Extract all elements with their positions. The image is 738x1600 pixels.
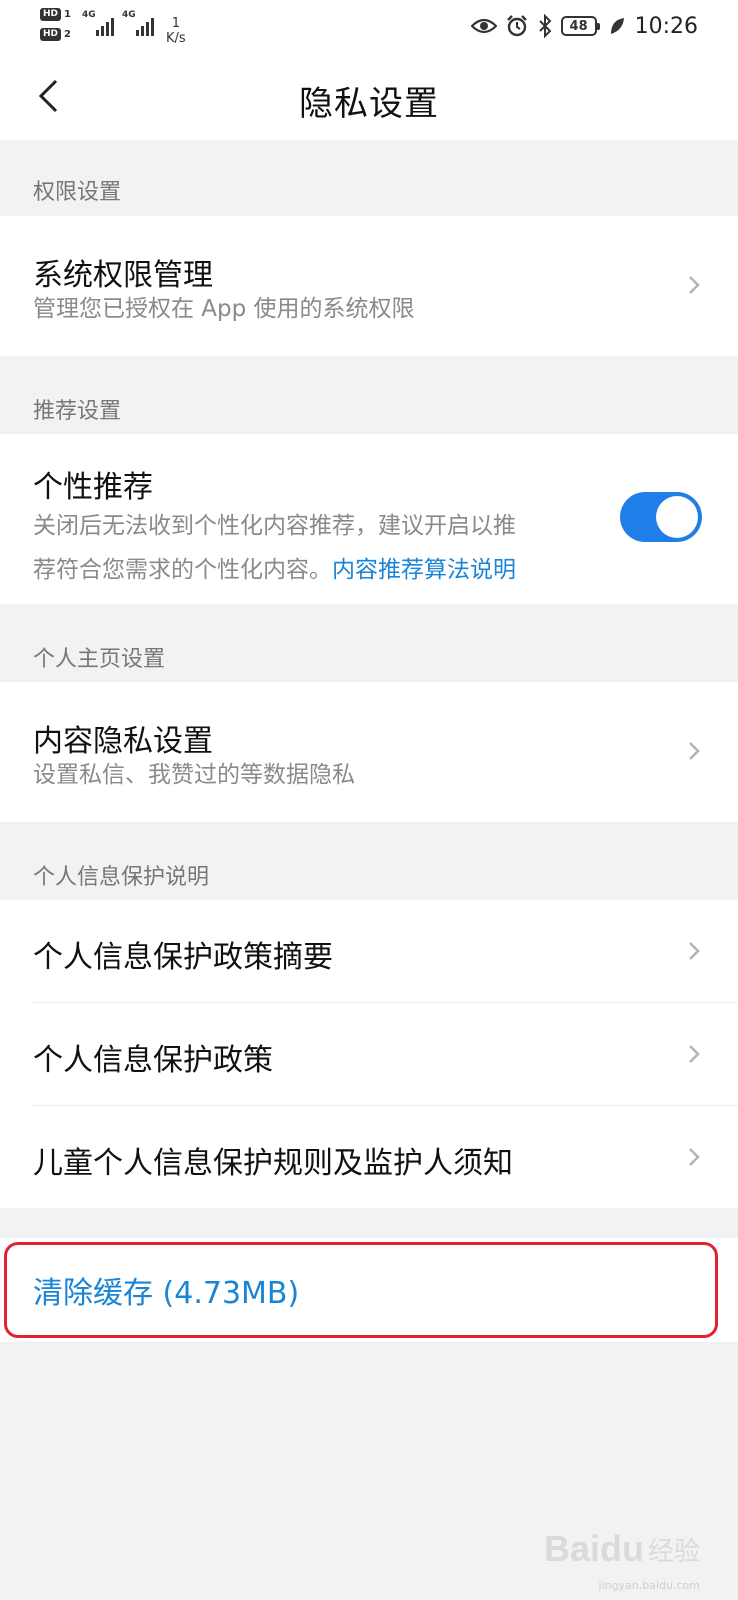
row-subtitle: 管理您已授权在 App 使用的系统权限: [33, 296, 415, 322]
speed-unit: K/s: [166, 31, 186, 46]
signal-icon: 4G: [122, 10, 154, 36]
status-icons: 48 10:26: [470, 10, 698, 42]
alarm-icon: [505, 14, 529, 38]
sim-number: 1: [64, 9, 71, 20]
row-subtitle: 设置私信、我赞过的等数据隐私: [33, 762, 355, 788]
network-type: 4G: [122, 10, 136, 20]
network-type: 4G: [82, 10, 96, 20]
watermark-brand: Baidu: [543, 1528, 644, 1569]
chevron-right-icon: [684, 270, 704, 300]
subtitle-line: 关闭后无法收到个性化内容推荐，建议开启以推: [33, 513, 516, 539]
sim1-indicator: HD 1: [40, 8, 71, 21]
algorithm-link[interactable]: 内容推荐算法说明: [332, 557, 516, 583]
hd-badge: HD: [40, 28, 62, 41]
system-permissions-row[interactable]: 系统权限管理 管理您已授权在 App 使用的系统权限: [0, 216, 738, 356]
row-title: 个性推荐: [33, 470, 153, 505]
personalized-recommend-row: 个性推荐 关闭后无法收到个性化内容推荐，建议开启以推 荐符合您需求的个性化内容。…: [0, 434, 738, 604]
watermark-url: jingyan.baidu.com: [598, 1579, 700, 1592]
chevron-right-icon: [684, 1142, 704, 1172]
row-title: 个人信息保护政策: [33, 1043, 273, 1078]
row-title: 个人信息保护政策摘要: [33, 940, 333, 975]
personalized-recommend-toggle[interactable]: [620, 492, 702, 542]
sim-number: 2: [64, 29, 71, 40]
privacy-policy-row[interactable]: 个人信息保护政策: [0, 1003, 738, 1105]
chevron-right-icon: [684, 936, 704, 966]
section-header-homepage: 个人主页设置: [33, 647, 166, 672]
section-header-info-protection: 个人信息保护说明: [33, 865, 210, 890]
subtitle-text: 荐符合您需求的个性化内容。: [33, 557, 332, 583]
network-speed: 1 K/s: [166, 16, 186, 46]
privacy-policy-summary-row[interactable]: 个人信息保护政策摘要: [0, 900, 738, 1002]
row-subtitle: 关闭后无法收到个性化内容推荐，建议开启以推 荐符合您需求的个性化内容。内容推荐算…: [33, 504, 593, 592]
subtitle-line-2: 荐符合您需求的个性化内容。内容推荐算法说明: [33, 548, 593, 592]
children-privacy-rules-row[interactable]: 儿童个人信息保护规则及监护人须知: [0, 1106, 738, 1208]
clock-time: 10:26: [634, 13, 698, 39]
status-bar: HD 1 HD 2 4G 4G 1 K/s 48 10:26: [0, 0, 738, 54]
row-title: 儿童个人信息保护规则及监护人须知: [33, 1146, 513, 1181]
toggle-knob: [656, 496, 698, 538]
signal-icon: 4G: [82, 10, 114, 36]
page-title: 隐私设置: [299, 84, 439, 124]
speed-value: 1: [171, 16, 180, 31]
clear-cache-button[interactable]: 清除缓存 (4.73MB): [33, 1268, 299, 1312]
leaf-icon: [609, 16, 625, 36]
battery-icon: 48: [560, 16, 600, 36]
chevron-right-icon: [684, 736, 704, 766]
hd-badge: HD: [40, 8, 62, 21]
bluetooth-icon: [537, 14, 553, 38]
eye-icon: [470, 17, 497, 35]
sim2-indicator: HD 2: [40, 28, 71, 41]
navigation-bar: 隐私设置: [0, 54, 738, 140]
chevron-right-icon: [684, 1039, 704, 1069]
section-header-permissions: 权限设置: [33, 180, 122, 205]
watermark-cn: 经验: [647, 1536, 700, 1567]
baidu-watermark: Baidu 经验: [544, 1528, 700, 1570]
info-protection-list: 个人信息保护政策摘要 个人信息保护政策 儿童个人信息保护规则及监护人须知: [0, 900, 738, 1208]
content-privacy-row[interactable]: 内容隐私设置 设置私信、我赞过的等数据隐私: [0, 682, 738, 822]
section-header-recommend: 推荐设置: [33, 399, 122, 424]
